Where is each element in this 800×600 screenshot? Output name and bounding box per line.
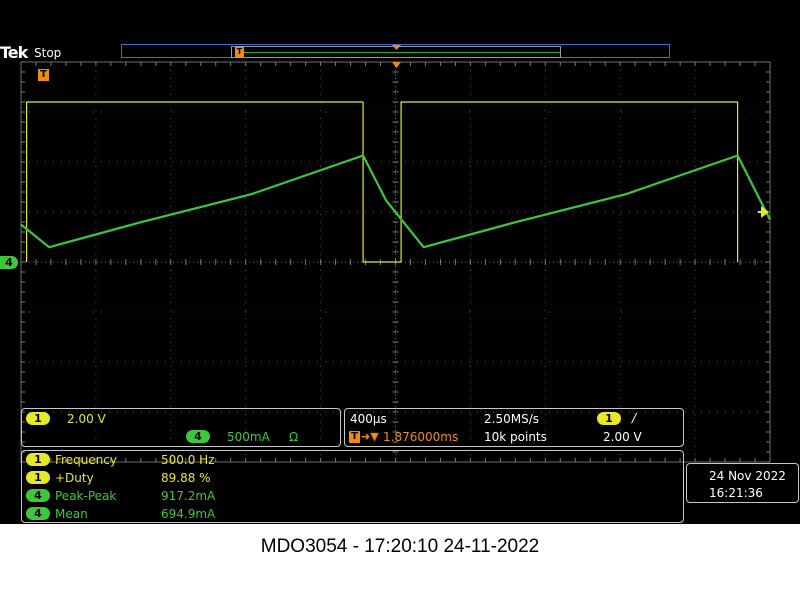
ch4-scale: 500mA [227, 430, 270, 444]
sample-rate: 2.50MS/s [484, 412, 539, 426]
trigger-delay-arrow-icon: ➜▼ [361, 430, 379, 443]
measurement-value: 500.0 Hz [161, 453, 215, 467]
ch1-scale: 2.00 V [67, 412, 106, 426]
measurement-value: 89.88 % [161, 471, 211, 485]
brand-logo: Tek [0, 43, 28, 62]
ch4-impedance: Ω [289, 430, 299, 444]
measurement-channel-badge: 4 [26, 489, 50, 502]
measurement-channel-badge: 4 [26, 507, 50, 520]
clock-date: 24 Nov 2022 [709, 469, 786, 483]
trigger-delay-icon: T [349, 431, 360, 443]
measurement-channel-badge: 1 [26, 471, 50, 484]
image-caption: MDO3054 - 17:20:10 24-11-2022 [260, 536, 540, 557]
measurement-name: +Duty [55, 471, 94, 485]
ch4-ground-marker[interactable]: 4 [0, 256, 18, 269]
timebase-trigger-panel[interactable]: 400µs 2.50MS/s 1 / T ➜▼ 1.876000ms 10k p… [344, 408, 684, 447]
trigger-delay: 1.876000ms [383, 430, 459, 444]
trigger-slope-icon: / [632, 411, 637, 425]
trigger-level: 2.00 V [603, 430, 642, 444]
measurement-name: Frequency [55, 453, 117, 467]
run-state[interactable]: Stop [34, 46, 61, 60]
measurements-panel[interactable]: 1 Frequency 500.0 Hz 1 +Duty 89.88 % 4 Peak-Pea… [21, 450, 684, 523]
time-per-div: 400µs [350, 412, 387, 426]
record-trigger-marker: T [235, 47, 244, 57]
measurement-value: 917.2mA [161, 489, 216, 503]
record-length: 10k points [484, 430, 547, 444]
clock-panel: 24 Nov 2022 16:21:36 [686, 463, 799, 503]
channel-scale-panel[interactable]: 1 2.00 V 4 500mA Ω [21, 408, 341, 447]
trigger-position-marker: T [38, 69, 49, 81]
series-ch4-trace [20, 154, 771, 249]
measurement-name: Peak-Peak [55, 489, 117, 503]
measurement-value: 694.9mA [161, 507, 216, 521]
ch4-badge: 4 [186, 430, 210, 443]
trigger-level-arrow-icon[interactable] [758, 205, 770, 219]
trigger-source-badge: 1 [597, 412, 621, 425]
clock-time: 16:21:36 [709, 486, 763, 500]
ch1-badge: 1 [26, 412, 50, 425]
measurement-channel-badge: 1 [26, 453, 50, 466]
trigger-position-arrow-icon [392, 45, 401, 68]
series-ch1-trace [26, 101, 739, 263]
measurement-name: Mean [55, 507, 88, 521]
